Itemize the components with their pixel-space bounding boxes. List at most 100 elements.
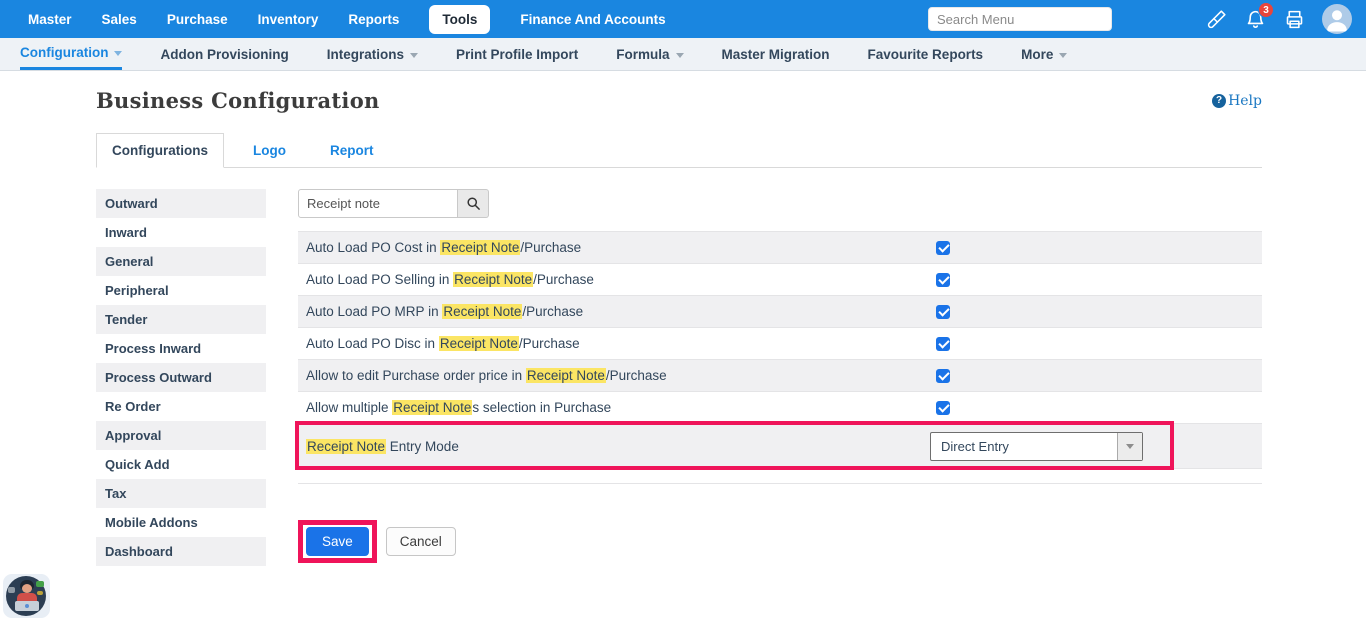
tab-bar: Configurations Logo Report xyxy=(96,133,1262,168)
sidebar-item-inward[interactable]: Inward xyxy=(96,218,266,247)
page-content: Business Configuration ? Help Configurat… xyxy=(0,88,1366,566)
theme-brush-icon[interactable] xyxy=(1205,8,1227,30)
help-link[interactable]: ? Help xyxy=(1212,93,1262,109)
menu-sales[interactable]: Sales xyxy=(102,12,137,27)
subnav-configuration-label: Configuration xyxy=(20,45,108,60)
subnav-print-profile-import[interactable]: Print Profile Import xyxy=(456,38,578,70)
setting-row-allow-edit-po-price: Allow to edit Purchase order price in Re… xyxy=(298,360,1262,392)
sidebar-item-re-order[interactable]: Re Order xyxy=(96,392,266,421)
notifications-bell-icon[interactable]: 3 xyxy=(1244,8,1266,30)
sidebar-item-approval[interactable]: Approval xyxy=(96,421,266,450)
sidebar-item-tender[interactable]: Tender xyxy=(96,305,266,334)
sidebar-item-general[interactable]: General xyxy=(96,247,266,276)
search-button[interactable] xyxy=(458,189,489,218)
subnav-more-label: More xyxy=(1021,47,1053,62)
sidebar-item-mobile-addons[interactable]: Mobile Addons xyxy=(96,508,266,537)
menu-tools[interactable]: Tools xyxy=(429,5,490,34)
subnav-addon-provisioning-label: Addon Provisioning xyxy=(160,47,288,62)
dropdown-arrow-button[interactable] xyxy=(1117,433,1142,460)
help-label: Help xyxy=(1228,93,1262,109)
top-menu: Master Sales Purchase Inventory Reports … xyxy=(28,5,666,34)
action-buttons: Save Cancel xyxy=(298,520,1262,563)
chevron-down-icon xyxy=(1126,444,1134,449)
subnav-integrations[interactable]: Integrations xyxy=(327,38,418,70)
tab-report[interactable]: Report xyxy=(315,134,389,167)
setting-row-auto-load-po-cost: Auto Load PO Cost in Receipt Note/Purcha… xyxy=(298,232,1262,264)
config-main: Auto Load PO Cost in Receipt Note/Purcha… xyxy=(298,189,1262,563)
sidebar-item-peripheral[interactable]: Peripheral xyxy=(96,276,266,305)
sidebar-item-quick-add[interactable]: Quick Add xyxy=(96,450,266,479)
menu-purchase[interactable]: Purchase xyxy=(167,12,228,27)
sidebar-item-process-outward[interactable]: Process Outward xyxy=(96,363,266,392)
sidebar-item-tax[interactable]: Tax xyxy=(96,479,266,508)
setting-row-auto-load-po-mrp: Auto Load PO MRP in Receipt Note/Purchas… xyxy=(298,296,1262,328)
checkbox-checked[interactable] xyxy=(936,241,950,255)
chevron-down-icon xyxy=(1059,53,1067,58)
checkbox-checked[interactable] xyxy=(936,401,950,415)
config-settings-list: Auto Load PO Cost in Receipt Note/Purcha… xyxy=(298,231,1262,484)
chat-bubble-icon xyxy=(37,591,43,595)
sidebar-item-process-inward[interactable]: Process Inward xyxy=(96,334,266,363)
entry-mode-dropdown[interactable]: Direct Entry xyxy=(930,432,1143,461)
setting-row-receipt-note-entry-mode: Receipt Note Entry Mode Direct Entry xyxy=(298,424,1262,469)
sub-navigation-bar: Configuration Addon Provisioning Integra… xyxy=(0,38,1366,71)
setting-row-auto-load-po-selling: Auto Load PO Selling in Receipt Note/Pur… xyxy=(298,264,1262,296)
chevron-down-icon xyxy=(114,51,122,56)
checkbox-checked[interactable] xyxy=(936,369,950,383)
printer-icon[interactable] xyxy=(1283,8,1305,30)
sidebar-item-dashboard[interactable]: Dashboard xyxy=(96,537,266,566)
setting-label: Allow multiple Receipt Notes selection i… xyxy=(306,400,611,415)
subnav-favourite-reports-label: Favourite Reports xyxy=(868,47,984,62)
config-sidebar: Outward Inward General Peripheral Tender… xyxy=(96,189,266,566)
setting-label: Auto Load PO Selling in Receipt Note/Pur… xyxy=(306,272,594,287)
support-person-illustration xyxy=(22,584,32,593)
menu-inventory[interactable]: Inventory xyxy=(258,12,319,27)
subnav-favourite-reports[interactable]: Favourite Reports xyxy=(868,38,984,70)
chevron-down-icon xyxy=(410,53,418,58)
checkbox-checked[interactable] xyxy=(936,273,950,287)
setting-row-allow-multiple-receipt-notes: Allow multiple Receipt Notes selection i… xyxy=(298,392,1262,424)
subnav-formula-label: Formula xyxy=(616,47,669,62)
save-button[interactable]: Save xyxy=(306,527,369,556)
support-chat-widget[interactable] xyxy=(3,574,50,618)
empty-row xyxy=(298,469,1262,484)
subnav-master-migration[interactable]: Master Migration xyxy=(722,38,830,70)
setting-label: Allow to edit Purchase order price in Re… xyxy=(306,368,667,383)
laptop-logo-dot xyxy=(25,604,29,608)
checkbox-checked[interactable] xyxy=(936,305,950,319)
subnav-integrations-label: Integrations xyxy=(327,47,404,62)
notification-badge: 3 xyxy=(1258,2,1274,18)
annotation-save-box: Save xyxy=(298,520,377,563)
entry-mode-selected-value: Direct Entry xyxy=(931,439,1117,454)
top-navigation-bar: Master Sales Purchase Inventory Reports … xyxy=(0,0,1366,38)
page-title: Business Configuration xyxy=(96,88,380,113)
sidebar-item-outward[interactable]: Outward xyxy=(96,189,266,218)
subnav-addon-provisioning[interactable]: Addon Provisioning xyxy=(160,38,288,70)
subnav-master-migration-label: Master Migration xyxy=(722,47,830,62)
search-menu-input[interactable] xyxy=(928,7,1112,31)
subnav-more[interactable]: More xyxy=(1021,38,1067,70)
setting-label: Auto Load PO Cost in Receipt Note/Purcha… xyxy=(306,240,581,255)
chevron-down-icon xyxy=(676,53,684,58)
checkbox-checked[interactable] xyxy=(936,337,950,351)
subnav-print-profile-import-label: Print Profile Import xyxy=(456,47,578,62)
subnav-formula[interactable]: Formula xyxy=(616,38,683,70)
top-icons-cluster: 3 xyxy=(1205,0,1366,38)
subnav-configuration[interactable]: Configuration xyxy=(20,38,122,70)
chat-bubble-icon xyxy=(36,581,44,587)
menu-finance-and-accounts[interactable]: Finance And Accounts xyxy=(520,12,665,27)
tab-logo[interactable]: Logo xyxy=(238,134,301,167)
setting-label: Receipt Note Entry Mode xyxy=(306,439,459,454)
question-circle-icon: ? xyxy=(1212,94,1226,108)
search-icon xyxy=(466,196,481,211)
config-search-input[interactable] xyxy=(298,189,458,218)
chat-bubble-icon xyxy=(8,587,15,593)
tab-configurations[interactable]: Configurations xyxy=(96,133,224,168)
setting-label: Auto Load PO Disc in Receipt Note/Purcha… xyxy=(306,336,580,351)
setting-label: Auto Load PO MRP in Receipt Note/Purchas… xyxy=(306,304,583,319)
setting-row-auto-load-po-disc: Auto Load PO Disc in Receipt Note/Purcha… xyxy=(298,328,1262,360)
cancel-button[interactable]: Cancel xyxy=(386,527,456,556)
user-avatar[interactable] xyxy=(1322,4,1352,34)
menu-master[interactable]: Master xyxy=(28,12,72,27)
menu-reports[interactable]: Reports xyxy=(348,12,399,27)
